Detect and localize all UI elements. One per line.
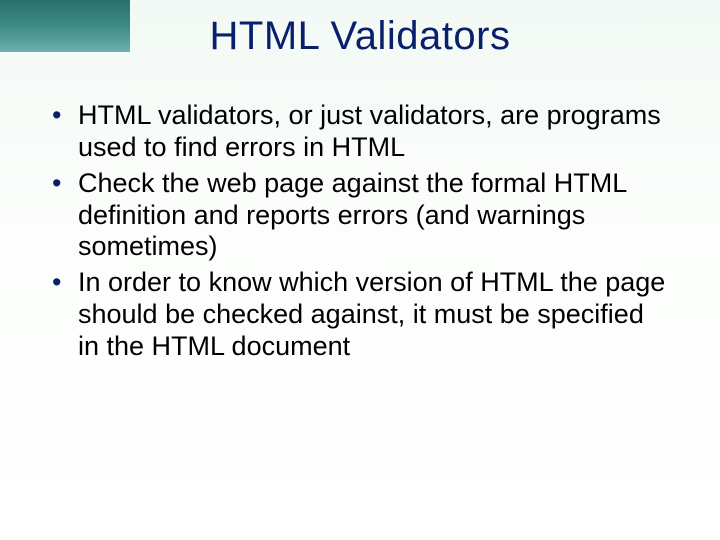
bullet-list: HTML validators, or just validators, are…: [48, 100, 672, 363]
slide: HTML Validators HTML validators, or just…: [0, 0, 720, 540]
list-item: In order to know which version of HTML t…: [48, 267, 672, 363]
list-item: HTML validators, or just validators, are…: [48, 100, 672, 164]
slide-body: HTML validators, or just validators, are…: [48, 100, 672, 367]
list-item: Check the web page against the formal HT…: [48, 168, 672, 264]
slide-title: HTML Validators: [0, 14, 720, 59]
